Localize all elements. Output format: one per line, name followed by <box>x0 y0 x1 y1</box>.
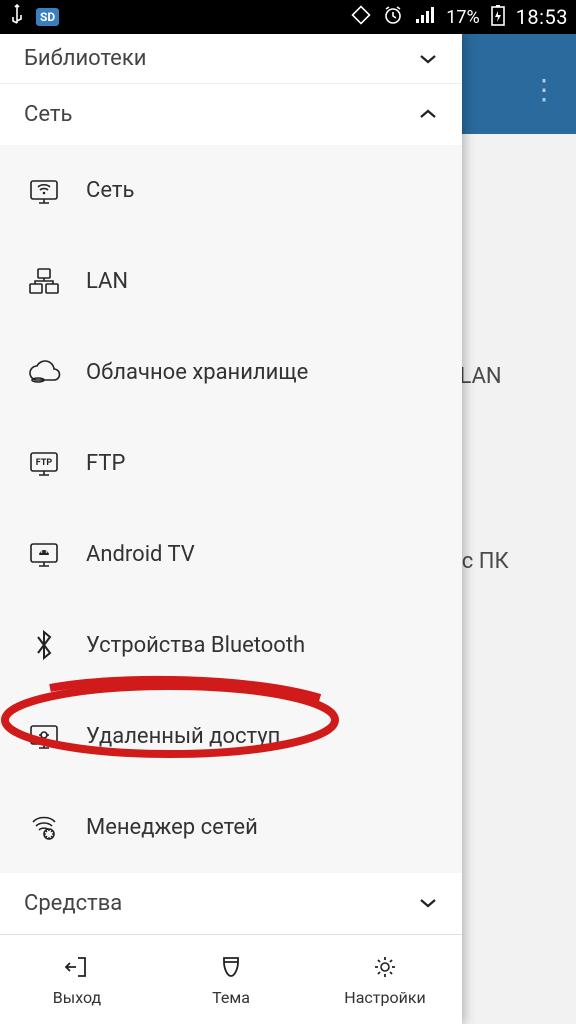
alarm-icon <box>382 4 404 31</box>
chevron-down-icon <box>418 47 438 71</box>
svg-text:FTP: FTP <box>36 458 53 468</box>
bottom-theme[interactable]: Тема <box>154 935 308 1024</box>
bottom-label: Тема <box>212 988 250 1007</box>
gear-icon <box>370 952 400 982</box>
menu-item-lan[interactable]: LAN <box>0 236 462 327</box>
menu-item-ftp[interactable]: FTP FTP <box>0 418 462 509</box>
section-tools[interactable]: Средства <box>0 873 462 934</box>
sd-card-icon: SD <box>36 8 59 26</box>
androidtv-icon <box>24 534 64 574</box>
bottom-settings[interactable]: Настройки <box>308 935 462 1024</box>
status-bar: SD 17% 18:53 <box>0 0 576 34</box>
exit-icon <box>62 952 92 982</box>
menu-item-label: Облачное хранилище <box>86 360 308 385</box>
menu-item-label: Менеджер сетей <box>86 815 258 840</box>
bottom-label: Выход <box>53 988 101 1007</box>
battery-percent: 17% <box>446 7 479 28</box>
bottom-label: Настройки <box>344 988 425 1007</box>
usb-icon <box>8 3 26 32</box>
menu-item-androidtv[interactable]: Android TV <box>0 509 462 600</box>
clock: 18:53 <box>516 5 568 29</box>
menu-item-network-manager[interactable]: Менеджер сетей <box>0 782 462 873</box>
bluetooth-icon <box>24 625 64 665</box>
menu-item-cloud[interactable]: Облачное хранилище <box>0 327 462 418</box>
menu-item-network[interactable]: Сеть <box>0 145 462 236</box>
chevron-down-icon <box>418 891 438 915</box>
section-network[interactable]: Сеть <box>0 84 462 145</box>
menu-item-bluetooth[interactable]: Устройства Bluetooth <box>0 600 462 691</box>
menu-item-label: Android TV <box>86 542 195 567</box>
network-icon <box>24 170 64 210</box>
ftp-icon: FTP <box>24 443 64 483</box>
section-label: Сеть <box>24 102 72 127</box>
section-libraries[interactable]: Библиотеки <box>0 34 462 83</box>
battery-icon <box>490 4 506 31</box>
menu-item-label: Удаленный доступ <box>86 724 280 749</box>
network-menu-list: Сеть LAN Облачное хранилище FTP FTP Andr… <box>0 145 462 873</box>
network-manager-icon <box>24 807 64 847</box>
theme-icon <box>216 952 246 982</box>
cloud-icon <box>24 352 64 392</box>
signal-icon <box>414 5 436 30</box>
lan-icon <box>24 261 64 301</box>
bottom-exit[interactable]: Выход <box>0 935 154 1024</box>
section-label: Средства <box>24 891 122 916</box>
menu-item-label: Сеть <box>86 178 134 203</box>
chevron-up-icon <box>418 102 438 126</box>
navigation-drawer: Библиотеки Сеть Сеть LAN Обла <box>0 34 462 1024</box>
drawer-bottom-bar: Выход Тема Настройки <box>0 934 462 1024</box>
menu-item-label: LAN <box>86 269 128 294</box>
more-icon[interactable]: ⋮ <box>530 86 558 94</box>
section-label: Библиотеки <box>24 46 146 71</box>
menu-item-label: FTP <box>86 451 125 476</box>
menu-item-label: Устройства Bluetooth <box>86 633 305 658</box>
menu-item-remote-access[interactable]: Удаленный доступ <box>0 691 462 782</box>
rotate-icon <box>350 4 372 31</box>
remote-icon <box>24 716 64 756</box>
